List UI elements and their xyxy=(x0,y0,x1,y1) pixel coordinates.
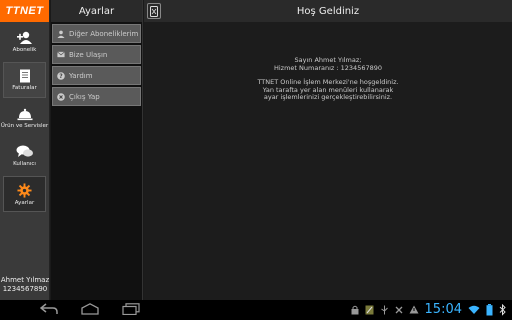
notification-note-icon xyxy=(365,305,374,314)
close-app-icon xyxy=(395,306,402,313)
back-icon[interactable] xyxy=(40,303,58,315)
menu-item-label: Diğer Aboneliklerim xyxy=(69,29,139,38)
menu-item-cikis-yap[interactable]: Çıkış Yap xyxy=(52,87,141,106)
user-info: Ahmet Yılmaz 1234567890 xyxy=(0,276,50,294)
menu-item-label: Yardım xyxy=(69,71,93,80)
person-icon xyxy=(57,30,65,38)
usb-icon xyxy=(380,305,388,314)
rail-label: Ayarlar xyxy=(14,199,35,206)
page-title: Hoş Geldiniz xyxy=(296,5,360,17)
rail-item-kullanici[interactable]: Kullanıcı xyxy=(3,138,46,174)
chat-bubbles-icon xyxy=(16,145,33,157)
exit-icon xyxy=(57,92,65,101)
rail-item-urun-servisler[interactable]: Ürün ve Servisler xyxy=(0,100,49,136)
service-number: Hizmet Numaranız : 1234567890 xyxy=(273,63,383,72)
nav-buttons xyxy=(40,303,140,315)
rail-label: Kullanıcı xyxy=(13,161,36,167)
add-user-icon xyxy=(16,31,32,44)
ttnet-logo: TTNET xyxy=(0,0,49,22)
rail-item-abonelik[interactable]: Abonelik xyxy=(3,24,46,60)
menu-item-diger-aboneliklerim[interactable]: Diğer Aboneliklerim xyxy=(52,24,141,43)
status-area[interactable]: 15:04 xyxy=(351,302,506,317)
bluetooth-icon xyxy=(499,303,506,316)
menu-item-yardim[interactable]: ? Yardım xyxy=(52,66,141,85)
menu-item-label: Bize Ulaşın xyxy=(69,50,108,59)
rail-label: Ürün ve Servisler xyxy=(0,122,49,129)
device-icon xyxy=(150,5,158,17)
rail-item-faturalar[interactable]: Faturalar xyxy=(3,62,46,98)
recent-apps-icon[interactable] xyxy=(122,303,140,315)
welcome-message: Sayın Ahmet Yılmaz; Hizmet Numaranız : 1… xyxy=(144,56,512,102)
main-header: Hoş Geldiniz xyxy=(144,0,512,22)
menu-item-label: Çıkış Yap xyxy=(69,92,100,101)
settings-title: Ayarlar xyxy=(51,0,142,22)
left-nav-rail: TTNET Abonelik Faturalar Ürün ve Servisl… xyxy=(0,0,50,300)
battery-icon xyxy=(486,303,493,315)
user-number: 1234567890 xyxy=(2,285,48,293)
welcome-line-3: ayar işlemlerinizi gerçekleştirebilirsin… xyxy=(263,93,393,102)
warning-icon xyxy=(409,305,419,314)
clock: 15:04 xyxy=(424,302,462,317)
invoice-icon xyxy=(19,69,30,83)
rail-label: Abonelik xyxy=(12,47,37,53)
logo-text: TTNET xyxy=(5,5,44,17)
service-bell-icon xyxy=(17,108,32,120)
home-icon[interactable] xyxy=(80,303,100,315)
lock-icon xyxy=(351,305,359,314)
envelope-icon xyxy=(57,51,65,59)
wifi-icon xyxy=(468,305,480,314)
user-name: Ahmet Yılmaz xyxy=(0,276,50,284)
settings-column: Ayarlar Diğer Aboneliklerim Bize Ulaşın … xyxy=(51,0,143,300)
rail-item-ayarlar[interactable]: Ayarlar xyxy=(3,176,46,212)
main-content: Hoş Geldiniz Sayın Ahmet Yılmaz; Hizmet … xyxy=(144,0,512,300)
gear-icon xyxy=(17,182,32,198)
menu-item-bize-ulasin[interactable]: Bize Ulaşın xyxy=(52,45,141,64)
svg-text:?: ? xyxy=(59,73,63,80)
device-toggle-button[interactable] xyxy=(147,3,161,19)
help-icon: ? xyxy=(57,71,65,80)
system-bar: 15:04 xyxy=(0,300,512,320)
rail-label: Faturalar xyxy=(12,85,37,91)
